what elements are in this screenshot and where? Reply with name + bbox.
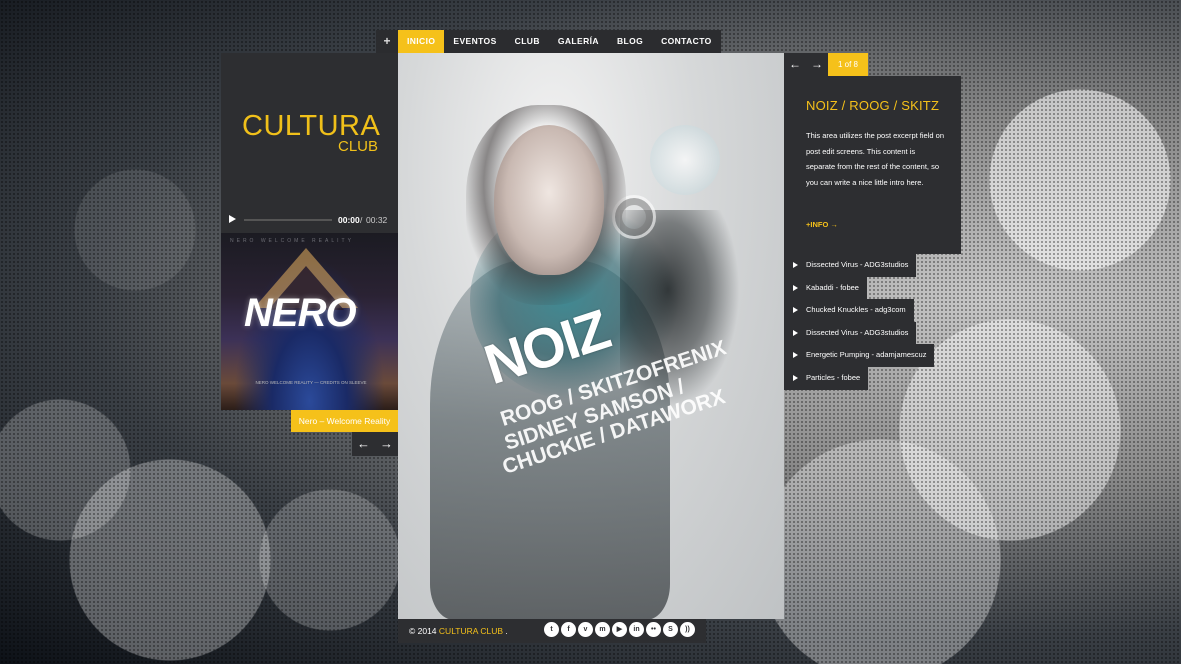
play-icon[interactable] bbox=[229, 215, 236, 223]
skype-icon[interactable]: S bbox=[663, 622, 678, 637]
nav-item-blog[interactable]: BLOG bbox=[608, 30, 652, 53]
album-top-text: NERO WELCOME REALITY bbox=[230, 238, 354, 244]
now-playing-caption: Nero – Welcome Reality bbox=[291, 410, 398, 432]
nav-plus-button[interactable]: + bbox=[376, 30, 398, 53]
facebook-icon[interactable]: f bbox=[561, 622, 576, 637]
album-nav: ← → bbox=[352, 432, 398, 456]
nav-item-club[interactable]: CLUB bbox=[506, 30, 549, 53]
copyright-prefix: © 2014 bbox=[409, 626, 437, 636]
post-counter: 1 of 8 bbox=[828, 53, 868, 76]
poster-face bbox=[494, 125, 604, 275]
youtube-icon[interactable]: ▶ bbox=[612, 622, 627, 637]
post-title: NOIZ / ROOG / SKITZ bbox=[806, 98, 940, 113]
site-logo-sub: CLUB bbox=[338, 138, 379, 155]
linkedin-icon[interactable]: in bbox=[629, 622, 644, 637]
album-logo: NERO bbox=[244, 291, 357, 335]
audio-progress-bar[interactable] bbox=[244, 219, 332, 221]
twitter-icon[interactable]: t bbox=[544, 622, 559, 637]
poster-bird-circle bbox=[650, 125, 720, 195]
site-logo[interactable]: CULTURA bbox=[242, 112, 380, 141]
copyright-text: © 2014 CULTURA CLUB . bbox=[409, 626, 508, 636]
audio-time-separator: / bbox=[360, 215, 363, 225]
main-nav: INICIO EVENTOS CLUB GALERÍA BLOG CONTACT… bbox=[398, 30, 721, 53]
social-links: t f v m ▶ in •• S )) bbox=[544, 622, 695, 637]
myspace-icon[interactable]: m bbox=[595, 622, 610, 637]
audio-current-time: 00:00 bbox=[338, 215, 360, 225]
vimeo-icon[interactable]: v bbox=[578, 622, 593, 637]
track-item[interactable]: Chucked Knuckles - adg3com bbox=[784, 299, 914, 322]
nav-item-galeria[interactable]: GALERÍA bbox=[549, 30, 608, 53]
album-credits: NERO WELCOME REALITY — CREDITS ON SLEEVE bbox=[255, 380, 367, 385]
track-item[interactable]: Dissected Virus - ADG3studios bbox=[784, 321, 917, 345]
audio-total-time: 00:32 bbox=[366, 215, 388, 225]
more-info-link[interactable]: +INFO → bbox=[806, 220, 838, 229]
post-pager: ← → 1 of 8 bbox=[784, 53, 868, 76]
track-item[interactable]: Kabaddi - fobee bbox=[784, 276, 867, 300]
tracklist: Dissected Virus - ADG3studios Kabaddi - … bbox=[784, 254, 935, 390]
nav-item-eventos[interactable]: EVENTOS bbox=[444, 30, 505, 53]
album-prev-button[interactable]: ← bbox=[352, 432, 375, 456]
nav-item-contacto[interactable]: CONTACTO bbox=[652, 30, 721, 53]
post-prev-button[interactable]: ← bbox=[784, 53, 806, 76]
post-excerpt: This area utilizes the post excerpt fiel… bbox=[806, 131, 944, 187]
rss-icon[interactable]: )) bbox=[680, 622, 695, 637]
copyright-suffix: . bbox=[505, 626, 508, 636]
post-next-button[interactable]: → bbox=[806, 53, 828, 76]
flickr-icon[interactable]: •• bbox=[646, 622, 661, 637]
footer-brand-link[interactable]: CULTURA CLUB bbox=[439, 626, 503, 636]
nav-item-inicio[interactable]: INICIO bbox=[398, 30, 445, 53]
track-item[interactable]: Particles - fobee bbox=[784, 366, 869, 390]
track-item[interactable]: Energetic Pumping - adamjamescuz bbox=[784, 344, 935, 367]
album-next-button[interactable]: → bbox=[375, 432, 398, 456]
track-item[interactable]: Dissected Virus - ADG3studios bbox=[784, 254, 917, 277]
